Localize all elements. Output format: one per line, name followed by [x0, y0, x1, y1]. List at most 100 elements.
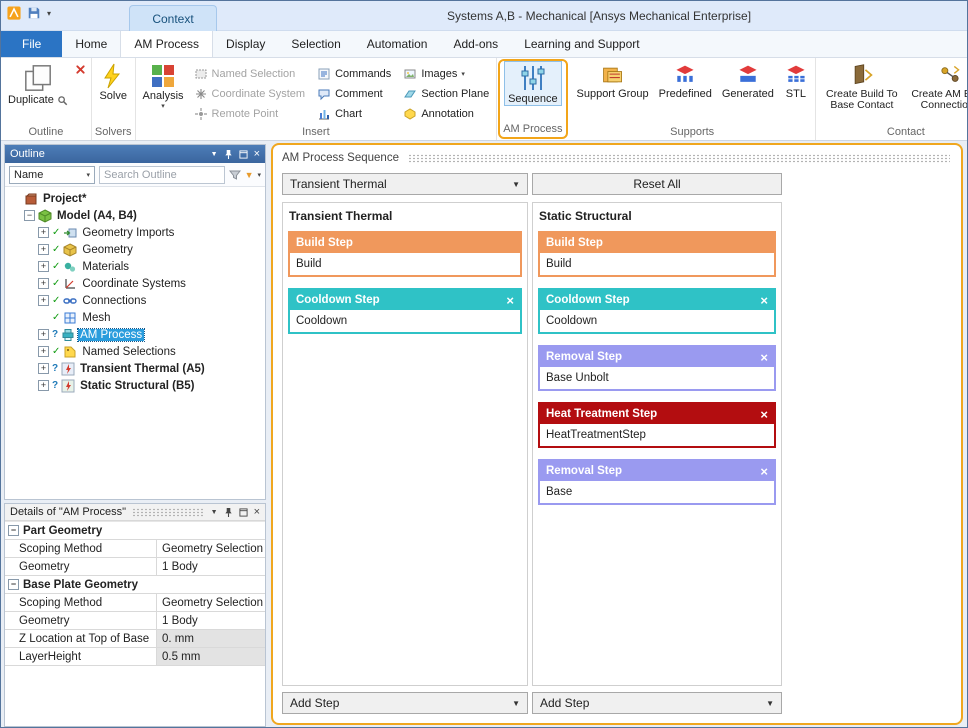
insert-item-coordinate-system[interactable]: Coordinate System [194, 85, 306, 102]
tree-expander[interactable]: + [38, 244, 49, 255]
insert-item-section-plane[interactable]: Section Plane [403, 85, 489, 102]
window-menu-icon[interactable]: ▼ [211, 150, 218, 159]
insert-item-comment[interactable]: Comment [317, 85, 391, 102]
tree-expander[interactable]: + [38, 346, 49, 357]
tree-item-transient-thermal-a5[interactable]: +?Transient Thermal (A5) [5, 360, 265, 377]
insert-item-commands[interactable]: Commands [317, 65, 391, 82]
close-step-button[interactable]: × [760, 294, 768, 307]
contact-buttons: Create Build To Base ContactCreate AM Bo… [819, 60, 967, 125]
details-property-value[interactable]: 0.5 mm [157, 648, 265, 665]
details-property-value[interactable]: 1 Body [157, 558, 265, 575]
pin-icon[interactable] [224, 507, 233, 518]
save-icon[interactable] [27, 6, 41, 20]
tree-expander[interactable]: + [38, 261, 49, 272]
tree-item-geometry-imports[interactable]: +✓Geometry Imports [5, 224, 265, 241]
tree-expander[interactable]: + [38, 363, 49, 374]
tree-expander[interactable]: + [38, 329, 49, 340]
insert-item-annotation[interactable]: Annotation [403, 105, 489, 122]
details-property-value[interactable]: Geometry Selection [157, 594, 265, 611]
tree-item-materials[interactable]: +✓Materials [5, 258, 265, 275]
step-card-heat-treatment-step[interactable]: Heat Treatment Step×HeatTreatmentStep [538, 402, 776, 448]
outline-tree: Project*−Model (A4, B4)+✓Geometry Import… [5, 187, 265, 499]
context-tab[interactable]: Context [129, 5, 217, 31]
name-filter-dropdown[interactable]: Name ▾ [9, 166, 95, 184]
named-selections-icon [63, 345, 77, 359]
step-card-removal-step[interactable]: Removal Step×Base Unbolt [538, 345, 776, 391]
ribbon-button-predefined[interactable]: Predefined [655, 60, 716, 101]
ribbon-button-create-build-to-base-contact[interactable]: Create Build To Base Contact [819, 60, 905, 112]
expand-collapse-icon[interactable]: ▼ [245, 170, 254, 180]
step-card-cooldown-step[interactable]: Cooldown Step×Cooldown [538, 288, 776, 334]
step-card-build-step[interactable]: Build StepBuild [288, 231, 522, 277]
tree-item-mesh[interactable]: ✓Mesh [5, 309, 265, 326]
menu-tab-selection[interactable]: Selection [278, 31, 353, 57]
tree-expander[interactable]: + [38, 380, 49, 391]
caret-down-icon[interactable]: ▾ [257, 171, 261, 179]
menu-tab-learning-and-support[interactable]: Learning and Support [511, 31, 652, 57]
close-icon[interactable]: × [254, 508, 260, 517]
sequence-column-title: Static Structural [537, 207, 777, 231]
close-step-button[interactable]: × [760, 408, 768, 421]
float-icon[interactable] [239, 508, 248, 517]
details-category-base-plate-geometry[interactable]: −Base Plate Geometry [5, 576, 265, 594]
tree-expander[interactable]: + [38, 227, 49, 238]
menu-tab-display[interactable]: Display [213, 31, 278, 57]
add-step-dropdown[interactable]: Add Step▼ [282, 692, 528, 714]
duplicate-button[interactable]: Duplicate [4, 60, 72, 107]
tree-expander[interactable]: + [38, 295, 49, 306]
close-step-button[interactable]: × [760, 351, 768, 364]
menu-tab-file[interactable]: File [1, 31, 62, 57]
tree-item-named-selections[interactable]: +✓Named Selections [5, 343, 265, 360]
solve-button[interactable]: Solve [95, 60, 131, 103]
step-card-cooldown-step[interactable]: Cooldown Step×Cooldown [288, 288, 522, 334]
find-icon[interactable] [57, 95, 68, 106]
ribbon-tab-bar: FileHomeAM ProcessDisplaySelectionAutoma… [1, 31, 967, 58]
comment-icon [317, 87, 331, 101]
menu-tab-am-process[interactable]: AM Process [120, 31, 213, 57]
window-menu-icon[interactable]: ▼ [211, 508, 218, 517]
tree-item-am-process[interactable]: +?AM Process [5, 326, 265, 343]
step-card-build-step[interactable]: Build StepBuild [538, 231, 776, 277]
tree-expander[interactable]: − [24, 210, 35, 221]
details-property-value[interactable]: 0. mm [157, 630, 265, 647]
funnel-icon[interactable] [229, 169, 241, 181]
category-expander[interactable]: − [8, 525, 19, 536]
menu-tab-add-ons[interactable]: Add-ons [440, 31, 511, 57]
tree-item-coordinate-systems[interactable]: +✓Coordinate Systems [5, 275, 265, 292]
tree-item-model-a4-b4[interactable]: −Model (A4, B4) [5, 207, 265, 224]
ribbon-button-create-am-bond-connections[interactable]: Create AM Bond Connections [907, 60, 967, 112]
caret-down-icon[interactable]: ▾ [47, 9, 51, 18]
details-property-value[interactable]: 1 Body [157, 612, 265, 629]
category-expander[interactable]: − [8, 579, 19, 590]
ribbon-button-support-group[interactable]: Support Group [573, 60, 653, 101]
tree-item-static-structural-b5[interactable]: +?Static Structural (B5) [5, 377, 265, 394]
tree-expander[interactable]: + [38, 278, 49, 289]
environment-selector[interactable]: Transient Thermal ▼ [282, 173, 528, 195]
step-card-removal-step[interactable]: Removal Step×Base [538, 459, 776, 505]
menu-tab-automation[interactable]: Automation [354, 31, 441, 57]
insert-item-chart[interactable]: Chart [317, 105, 391, 122]
insert-item-images[interactable]: Images▾ [403, 65, 489, 82]
details-category-part-geometry[interactable]: −Part Geometry [5, 522, 265, 540]
build-to-base-icon [850, 63, 874, 87]
analysis-button[interactable]: Analysis ▾ [139, 60, 188, 111]
menu-tab-home[interactable]: Home [62, 31, 120, 57]
search-input[interactable] [99, 166, 225, 184]
tree-item-project[interactable]: Project* [5, 190, 265, 207]
float-icon[interactable] [239, 150, 248, 159]
tree-item-geometry[interactable]: +✓Geometry [5, 241, 265, 258]
ribbon-button-stl[interactable]: STL [780, 60, 812, 101]
sequence-button[interactable]: Sequence [504, 61, 562, 106]
delete-button[interactable] [74, 62, 88, 76]
add-step-dropdown[interactable]: Add Step▼ [532, 692, 782, 714]
insert-item-remote-point[interactable]: Remote Point [194, 105, 306, 122]
ribbon-button-generated[interactable]: Generated [718, 60, 778, 101]
insert-item-named-selection[interactable]: Named Selection [194, 65, 306, 82]
reset-all-button[interactable]: Reset All [532, 173, 782, 195]
close-step-button[interactable]: × [506, 294, 514, 307]
details-property-value[interactable]: Geometry Selection [157, 540, 265, 557]
close-step-button[interactable]: × [760, 465, 768, 478]
pin-icon[interactable] [224, 149, 233, 160]
close-icon[interactable]: × [254, 150, 260, 159]
tree-item-connections[interactable]: +✓Connections [5, 292, 265, 309]
